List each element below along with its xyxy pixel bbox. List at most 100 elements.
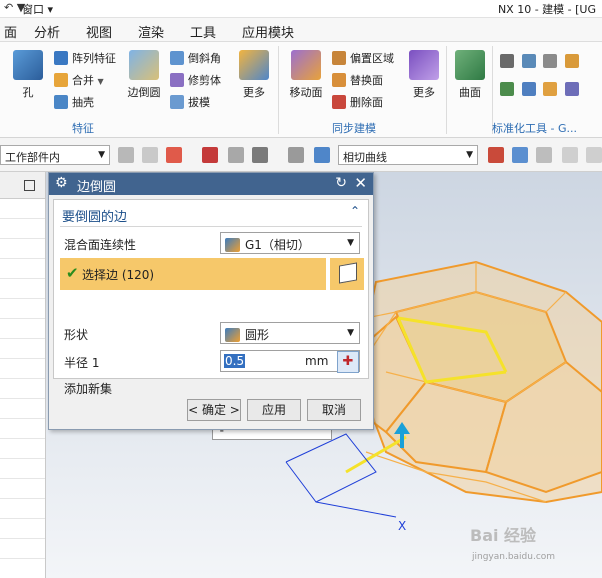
dialog-title-bar: ⚙ 边倒圆 ↻ ✕ <box>49 173 373 195</box>
close-icon[interactable]: ✕ <box>354 174 367 192</box>
offset-region-button[interactable]: 偏置区域 <box>332 50 394 68</box>
curve-rule-dropdown[interactable]: 相切曲线 ▼ <box>338 145 478 165</box>
radius-unit: mm <box>305 354 329 368</box>
menu-analysis[interactable]: 分析 <box>34 22 60 41</box>
list-item[interactable] <box>0 479 45 499</box>
radius-value[interactable]: 0.5 <box>224 354 246 368</box>
select-all-icon[interactable] <box>228 147 244 163</box>
line-icon[interactable] <box>562 147 578 163</box>
blend-continuity-label: 混合面连续性 <box>64 238 137 252</box>
collapse-icon[interactable]: ⌃ <box>350 204 360 218</box>
list-item[interactable] <box>0 199 45 219</box>
menu-applications[interactable]: 应用模块 <box>242 22 294 41</box>
list-item[interactable] <box>0 319 45 339</box>
chamfer-icon <box>170 51 184 65</box>
box-select-icon[interactable] <box>252 147 268 163</box>
ok-button[interactable]: < 确定 > <box>187 399 241 421</box>
menu-face[interactable]: 面 <box>4 22 17 41</box>
sync-icon <box>409 50 439 80</box>
tool-d-icon[interactable] <box>564 82 579 96</box>
delete-face-button[interactable]: 删除面 <box>332 94 383 112</box>
layers-icon[interactable] <box>543 54 557 68</box>
stop-at-intersection-icon[interactable] <box>488 147 504 163</box>
list-item[interactable] <box>0 539 45 559</box>
draft-button[interactable]: 拔模 <box>170 94 210 112</box>
sync-more-button[interactable]: 更多 <box>404 50 444 100</box>
selection-scope-dropdown[interactable]: 工作部件内 ▼ <box>0 145 110 165</box>
solid-icon[interactable] <box>314 147 330 163</box>
vector-icon[interactable] <box>202 147 218 163</box>
draft-icon <box>170 95 184 109</box>
stack-icon[interactable] <box>521 54 536 68</box>
blend-continuity-select[interactable]: G1（相切） ▼ <box>220 232 360 254</box>
title-bar: ↶ ▼ 窗口 ▾ NX 10 - 建模 - [UG <box>0 0 602 18</box>
list-item[interactable] <box>0 399 45 419</box>
edge-blend-button[interactable]: 边倒圆 <box>124 50 164 100</box>
tool-b-icon[interactable] <box>521 82 536 96</box>
point-icon[interactable] <box>166 147 182 163</box>
apply-button[interactable]: 应用 <box>247 399 301 421</box>
follow-fillet-icon[interactable] <box>512 147 528 163</box>
list-item[interactable] <box>0 499 45 519</box>
list-item[interactable] <box>0 439 45 459</box>
edge-blend-icon <box>129 50 159 80</box>
pencil-icon[interactable] <box>564 54 579 68</box>
unite-icon <box>54 73 68 87</box>
chain-icon[interactable] <box>536 147 552 163</box>
menu-render[interactable]: 渲染 <box>138 22 164 41</box>
move-face-icon <box>291 50 321 80</box>
hole-button[interactable]: 孔 <box>8 50 48 100</box>
filter-icon[interactable] <box>118 147 134 163</box>
gear-icon[interactable]: ⚙ <box>55 175 68 191</box>
list-item[interactable] <box>0 239 45 259</box>
tool-c-icon[interactable] <box>543 82 557 96</box>
shell-button[interactable]: 抽壳 <box>54 94 94 112</box>
trim-body-button[interactable]: 修剪体 <box>170 72 221 90</box>
surface-button[interactable]: 曲面 <box>450 50 490 100</box>
checkbox-icon[interactable] <box>24 180 35 191</box>
chamfer-button[interactable]: 倒斜角 <box>170 50 221 68</box>
snap-icon[interactable] <box>142 147 158 163</box>
edge-blend-dialog: ⚙ 边倒圆 ↻ ✕ 要倒圆的边 ⌃ 混合面连续性 G1（相切） ▼ ✔ 选择边 (… <box>48 172 374 430</box>
eraser-icon[interactable] <box>288 147 304 163</box>
menu-view[interactable]: 视图 <box>86 22 112 41</box>
list-item[interactable] <box>0 219 45 239</box>
list-item[interactable] <box>0 299 45 319</box>
list-item[interactable] <box>0 519 45 539</box>
surface-icon <box>455 50 485 80</box>
pattern-feature-button[interactable]: 阵列特征 <box>54 50 116 68</box>
list-item[interactable] <box>0 379 45 399</box>
select-edge-row[interactable]: ✔ 选择边 (120) <box>60 258 326 290</box>
section-divider <box>60 226 362 227</box>
window-menu[interactable]: 窗口 ▾ <box>22 1 53 17</box>
menu-tools[interactable]: 工具 <box>190 22 216 41</box>
feature-more-button[interactable]: 更多 <box>234 50 274 100</box>
move-face-button[interactable]: 移动面 <box>286 50 326 100</box>
shape-select[interactable]: 圆形 ▼ <box>220 322 360 344</box>
group-divider <box>446 46 447 134</box>
slash-icon[interactable] <box>586 147 602 163</box>
select-edge-button[interactable] <box>328 258 364 290</box>
grid-icon[interactable] <box>500 54 514 68</box>
hole-icon <box>13 50 43 80</box>
unite-button[interactable]: 合并 ▼ <box>54 72 104 90</box>
replace-face-button[interactable]: 替换面 <box>332 72 383 90</box>
tool-a-icon[interactable] <box>500 82 514 96</box>
dialog-button-bar: < 确定 > 应用 取消 <box>49 395 373 425</box>
list-item[interactable] <box>0 279 45 299</box>
standard-tools-row1 <box>500 54 583 72</box>
reset-icon[interactable]: ↻ <box>335 175 347 191</box>
add-new-set-button[interactable]: ✚ <box>337 351 359 373</box>
dialog-title: 边倒圆 <box>77 180 117 195</box>
list-item[interactable] <box>0 459 45 479</box>
list-item[interactable] <box>0 259 45 279</box>
faceted-solid <box>344 260 602 504</box>
list-item[interactable] <box>0 339 45 359</box>
menu-bar: 面 分析 视图 渲染 工具 应用模块 <box>0 18 602 42</box>
more-icon <box>239 50 269 80</box>
group-divider <box>278 46 279 134</box>
sync-group-label: 同步建模 <box>332 122 376 135</box>
list-item[interactable] <box>0 359 45 379</box>
list-item[interactable] <box>0 419 45 439</box>
cancel-button[interactable]: 取消 <box>307 399 361 421</box>
